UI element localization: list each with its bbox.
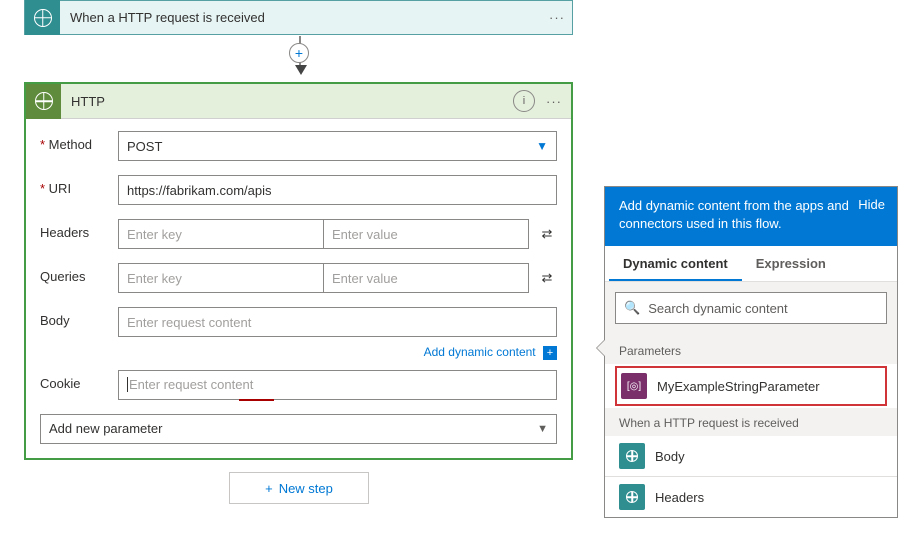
http-form: Method POST ▼ URI https://fabrikam.com/a… (26, 119, 571, 458)
hide-panel-button[interactable]: Hide (858, 197, 885, 232)
parameter-icon: [◎] (621, 373, 647, 399)
section-parameters-label: Parameters (605, 334, 897, 364)
header-value-input[interactable]: Enter value (324, 219, 529, 249)
dynamic-content-item-headers[interactable]: Headers (605, 477, 897, 517)
new-step-button[interactable]: + New step (229, 472, 369, 504)
add-dynamic-content-row: Add dynamic content + (40, 345, 557, 360)
dynamic-content-item-parameter[interactable]: [◎] MyExampleStringParameter (615, 366, 887, 406)
headers-switch-mode-icon[interactable]: ⇄ (537, 226, 557, 242)
row-method: Method POST ▼ (40, 131, 557, 161)
cookie-input[interactable]: Enter request content (118, 370, 557, 400)
row-queries: Queries Enter key Enter value ⇄ (40, 263, 557, 293)
parameter-name: MyExampleStringParameter (657, 379, 820, 394)
uri-input[interactable]: https://fabrikam.com/apis (118, 175, 557, 205)
row-cookie: Cookie Enter request content (40, 370, 557, 400)
trigger-more-icon[interactable]: ··· (542, 10, 572, 25)
uri-value: https://fabrikam.com/apis (127, 183, 272, 198)
http-trigger-icon (25, 0, 60, 35)
row-headers: Headers Enter key Enter value ⇄ (40, 219, 557, 249)
http-more-icon[interactable]: ··· (541, 94, 567, 109)
label-uri: URI (40, 175, 118, 196)
body-input[interactable]: Enter request content (118, 307, 557, 337)
tab-expression[interactable]: Expression (742, 246, 840, 281)
validation-error-underline (239, 399, 274, 401)
search-input[interactable]: 🔍 Search dynamic content (615, 292, 887, 324)
search-placeholder: Search dynamic content (648, 301, 787, 316)
info-icon[interactable]: i (513, 90, 535, 112)
label-headers: Headers (40, 219, 118, 240)
http-trigger-icon (619, 443, 645, 469)
section-trigger-label: When a HTTP request is received (605, 408, 897, 436)
dynamic-content-header-text: Add dynamic content from the apps and co… (619, 197, 850, 232)
add-dynamic-content-link[interactable]: Add dynamic content (424, 345, 536, 359)
search-icon: 🔍 (624, 300, 640, 316)
add-new-parameter-select[interactable]: Add new parameter ▼ (40, 414, 557, 444)
dynamic-content-tabs: Dynamic content Expression (605, 246, 897, 282)
add-dynamic-content-plus-icon[interactable]: + (543, 346, 557, 360)
new-step-label: New step (279, 481, 333, 496)
label-body: Body (40, 307, 118, 328)
query-value-input[interactable]: Enter value (324, 263, 529, 293)
row-body: Body Enter request content (40, 307, 557, 337)
queries-switch-mode-icon[interactable]: ⇄ (537, 270, 557, 286)
http-trigger-icon (619, 484, 645, 510)
trigger-title: When a HTTP request is received (60, 10, 542, 25)
http-card-header[interactable]: HTTP i ··· (26, 84, 571, 119)
dynamic-content-header: Add dynamic content from the apps and co… (605, 187, 897, 246)
chevron-down-icon: ▼ (536, 139, 548, 153)
row-uri: URI https://fabrikam.com/apis (40, 175, 557, 205)
query-key-input[interactable]: Enter key (118, 263, 324, 293)
http-action-icon (26, 84, 61, 119)
label-method: Method (40, 131, 118, 152)
trigger-card[interactable]: When a HTTP request is received ··· (24, 0, 573, 35)
add-step-between-button[interactable]: + (289, 43, 309, 63)
add-new-parameter-label: Add new parameter (49, 421, 162, 436)
http-action-card: HTTP i ··· Method POST ▼ URI https://fab… (24, 82, 573, 460)
search-area: 🔍 Search dynamic content (605, 282, 897, 334)
chevron-down-icon: ▼ (537, 423, 548, 435)
header-key-input[interactable]: Enter key (118, 219, 324, 249)
item-label: Body (655, 449, 685, 464)
http-card-title: HTTP (61, 94, 513, 109)
method-select[interactable]: POST ▼ (118, 131, 557, 161)
item-label: Headers (655, 490, 704, 505)
plus-icon: + (265, 481, 273, 496)
arrow-down-icon (295, 65, 307, 75)
tab-dynamic-content[interactable]: Dynamic content (609, 246, 742, 281)
label-cookie: Cookie (40, 370, 118, 391)
label-queries: Queries (40, 263, 118, 284)
dynamic-content-item-body[interactable]: Body (605, 436, 897, 476)
dynamic-content-panel: Add dynamic content from the apps and co… (604, 186, 898, 518)
method-value: POST (127, 139, 162, 154)
